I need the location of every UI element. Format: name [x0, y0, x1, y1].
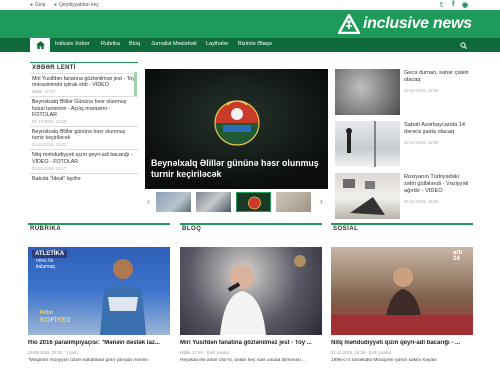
section-rubrika: RUBRİKA ATLETİKA növü ilə italamaq Rüfət…: [28, 223, 170, 363]
search-button[interactable]: [456, 38, 470, 52]
slider-thumb[interactable]: [196, 192, 231, 212]
section-article-excerpt: "Məqsəm müəyyən üzərli sabahlara görə ya…: [28, 358, 148, 363]
top-bar: ● Giriş ● Qeydiyyatdan keç 𝕥 f ◉: [0, 0, 500, 10]
section-article-date: Bildik, 17:03 · Şərh yoxdur: [180, 350, 230, 355]
nav-item-rubrika[interactable]: Rubrika: [101, 41, 120, 47]
section-article-title[interactable]: Rio 2016 paralimpiyaçısı: "Mənəvi dəstək…: [28, 340, 170, 346]
section-article-excerpt: Heyatda elə anlar olur ki, onları heç va…: [180, 358, 305, 363]
nav-item-bizimle-elaqe[interactable]: Bizimlə Əlaqə: [238, 41, 272, 47]
side-news-image: [335, 69, 400, 115]
nav-item-bloq[interactable]: Bloq: [129, 41, 140, 47]
feed-item[interactable]: Bakıda "İdeal" layihə: [30, 172, 138, 185]
section-image[interactable]: [180, 247, 322, 335]
side-news-item[interactable]: Sabah Azərbaycanda 14 dərəcə şaxta olaca…: [335, 121, 470, 169]
section-image[interactable]: ATLETİKA növü ilə italamaq Rüfət KOFİYEV: [28, 247, 170, 335]
side-news-image: [335, 121, 400, 167]
section-header[interactable]: BLOQ: [180, 223, 322, 233]
feed-item[interactable]: Beynəlxalq Əlillər gününə həsr olunmuş t…: [30, 126, 138, 149]
register-link[interactable]: ● Qeydiyyatdan keç: [54, 2, 99, 8]
site-header: inclusive news: [0, 10, 500, 38]
section-article-excerpt: 1996-cı il təvəllüdlü Minaçevir şəhər sa…: [331, 358, 437, 363]
section-bloq: BLOQ Miri Yusifdən fanatına gözlənilməz …: [180, 223, 322, 363]
slider-prev-icon[interactable]: ‹: [147, 197, 150, 206]
news-feed: XƏBƏR LENTİ Miri Yusifdən fanatına gözlə…: [30, 62, 138, 220]
twitter-icon[interactable]: 𝕥: [440, 1, 444, 9]
section-sosial: SOSİAL arb 24 Nitq məhdudiyyəti qızın qey…: [331, 223, 473, 363]
slider-thumb-active[interactable]: [236, 192, 271, 212]
side-news-item[interactable]: Rusiyanın Türkiyədəki səfiri güllələndi …: [335, 173, 470, 221]
girl-photo: [331, 267, 473, 335]
channel-badge: arb 24: [453, 250, 463, 262]
login-link[interactable]: ● Giriş: [30, 2, 45, 8]
section-article-date: 28-09-2016, 22:31 · 1 şərh: [28, 350, 78, 355]
nav-item-inklusiv-xeber[interactable]: Inklusiv Xəbər: [55, 41, 90, 47]
nav-item-jurnalist-meslehati[interactable]: Jurnalist Məsləhəti: [151, 41, 197, 47]
home-icon: [35, 41, 45, 49]
feed-scrollbar[interactable]: [134, 72, 137, 96]
featured-slide[interactable]: Beynəlxalq Əlillər gününə həsr olunmuş t…: [145, 69, 328, 189]
slider-thumbnails: ‹ ›: [145, 191, 328, 213]
feed-item[interactable]: Beynəlxalq Əlillər Gününə həsr olunmuş f…: [30, 96, 138, 126]
home-button[interactable]: [30, 38, 50, 52]
search-icon: [459, 41, 467, 49]
feed-item[interactable]: Nitq məhdudiyyəti qızın qeyri-adi bacarı…: [30, 149, 138, 172]
slider-thumb[interactable]: [156, 192, 191, 212]
section-header[interactable]: SOSİAL: [331, 223, 473, 233]
rss-icon[interactable]: ◉: [462, 1, 468, 9]
thumb-logo-icon: [248, 196, 261, 210]
site-logo[interactable]: inclusive news: [338, 13, 472, 35]
side-news-image: [335, 173, 400, 219]
side-news-item[interactable]: Gecə duman, səhər çiskin olacaq 02-12-20…: [335, 69, 470, 117]
main-nav: Inklusiv Xəbər Rubrika Bloq Jurnalist Mə…: [0, 38, 500, 52]
slider-thumb[interactable]: [276, 192, 311, 212]
facebook-icon[interactable]: f: [452, 1, 454, 8]
section-article-title[interactable]: Nitq məhdudiyyəti qızın qeyri-adi bacarı…: [331, 340, 473, 346]
section-header[interactable]: RUBRİKA: [28, 223, 170, 233]
logo-mark-icon: [338, 14, 360, 34]
featured-caption: Beynəlxalq Əlillər gününə həsr olunmuş t…: [151, 158, 319, 179]
singer-photo: [220, 255, 306, 335]
nav-item-layiheler[interactable]: Layihələr: [206, 41, 228, 47]
feed-item[interactable]: Miri Yusifdən fanatına gözlənilməz jest …: [30, 73, 138, 96]
section-image[interactable]: arb 24: [331, 247, 473, 335]
slider-next-icon[interactable]: ›: [320, 197, 323, 206]
feed-title: XƏBƏR LENTİ: [30, 62, 138, 73]
user-icon: ●: [30, 2, 34, 8]
section-article-date: 21-11-2016, 15:36 · Şərh yoxdur: [331, 350, 392, 355]
brand-name: inclusive news: [363, 15, 472, 32]
lock-icon: ●: [54, 2, 58, 8]
section-article-title[interactable]: Miri Yusifdən fanatına gözlənilməz jest …: [180, 340, 322, 346]
